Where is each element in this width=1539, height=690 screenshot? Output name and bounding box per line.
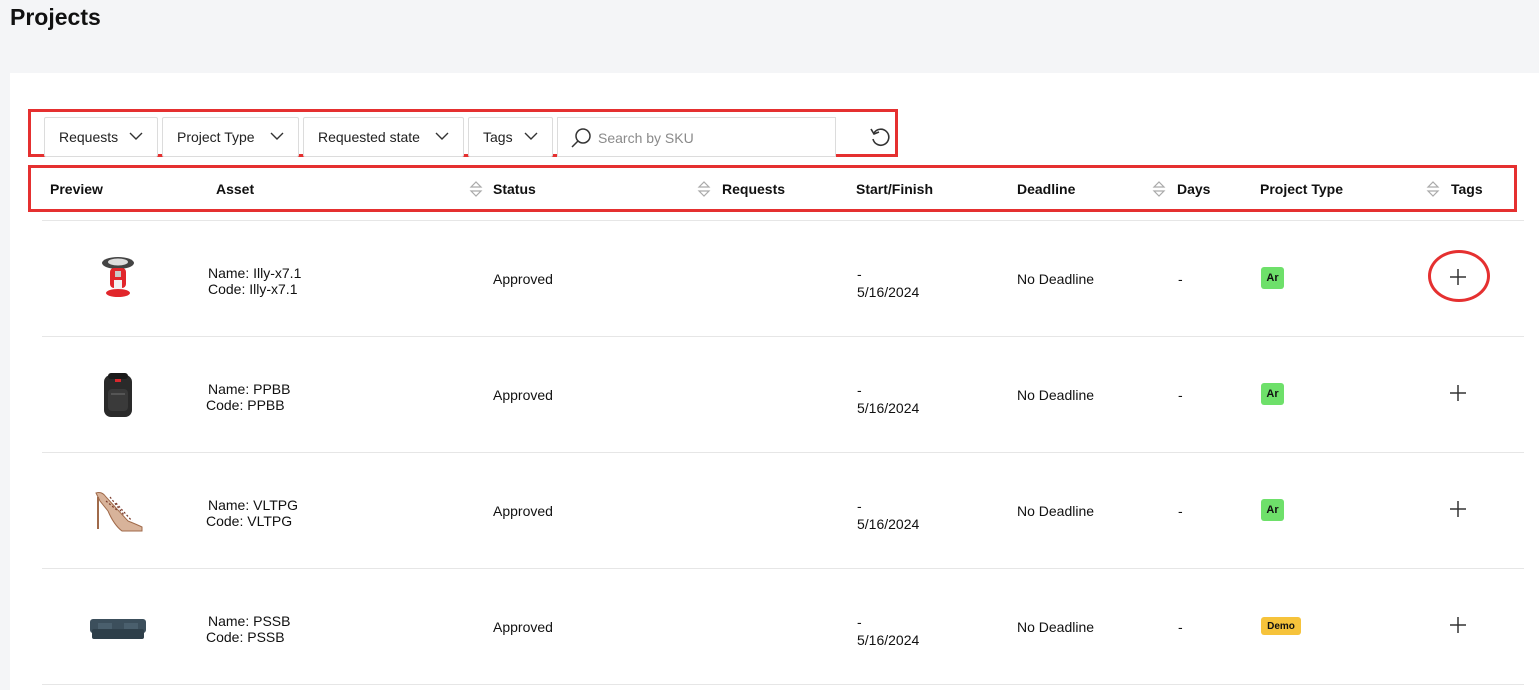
requests-filter[interactable]: Requests <box>44 117 158 157</box>
finish-date: 5/16/2024 <box>857 400 920 416</box>
days-cell: - <box>1178 619 1183 635</box>
asset-name: Name: PSSB <box>208 613 291 629</box>
column-requests: Requests <box>722 181 786 197</box>
table-row[interactable]: Name: Illy-x7.1 Code: Illy-x7.1 Approved… <box>42 220 1524 336</box>
finish-date: 5/16/2024 <box>857 516 920 532</box>
finish-date: 5/16/2024 <box>857 632 920 648</box>
add-tag-icon[interactable] <box>1448 615 1468 635</box>
project-type-filter[interactable]: Project Type <box>162 117 299 157</box>
tags-filter-label: Tags <box>483 129 513 145</box>
row-divider <box>42 684 1524 690</box>
asset-info: Name: VLTPG Code: VLTPG <box>206 497 298 529</box>
tags-filter[interactable]: Tags <box>468 117 553 157</box>
sort-icon[interactable] <box>1426 180 1440 198</box>
start-finish-cell: - 5/16/2024 <box>857 497 919 533</box>
start-date: - <box>857 266 862 282</box>
days-cell: - <box>1178 503 1183 519</box>
project-type-badge: Ar <box>1261 267 1284 289</box>
table-row[interactable]: Name: PPBB Code: PPBB Approved - 5/16/20… <box>42 336 1524 452</box>
days-cell: - <box>1178 387 1183 403</box>
chevron-down-icon <box>524 132 538 140</box>
column-start-finish: Start/Finish <box>856 181 934 197</box>
finish-date: 5/16/2024 <box>857 284 920 300</box>
table-header: Preview Asset Status Requests Start/Fini… <box>28 165 1517 212</box>
add-tag-icon[interactable] <box>1448 499 1468 519</box>
deadline-cell: No Deadline <box>1017 387 1095 403</box>
column-asset: Asset <box>216 181 255 197</box>
chevron-down-icon <box>435 132 449 140</box>
column-status: Status <box>493 181 536 197</box>
espresso-machine-icon <box>102 257 134 297</box>
column-preview: Preview <box>50 181 103 197</box>
asset-info: Name: Illy-x7.1 Code: Illy-x7.1 <box>208 265 301 297</box>
status-cell: Approved <box>493 387 553 403</box>
chevron-down-icon <box>270 132 284 140</box>
column-project-type: Project Type <box>1260 181 1343 197</box>
chevron-down-icon <box>129 132 143 140</box>
asset-code: Code: PPBB <box>206 397 285 413</box>
asset-code: Code: VLTPG <box>206 513 293 529</box>
asset-code: Code: PSSB <box>206 629 285 645</box>
column-tags: Tags <box>1451 181 1483 197</box>
asset-info: Name: PSSB Code: PSSB <box>206 613 291 645</box>
start-finish-cell: - 5/16/2024 <box>857 265 919 301</box>
filter-bar: Requests Project Type Requested state Ta… <box>28 109 898 157</box>
sort-icon[interactable] <box>469 180 483 198</box>
deadline-cell: No Deadline <box>1017 271 1095 287</box>
project-type-filter-label: Project Type <box>177 129 255 145</box>
status-cell: Approved <box>493 271 553 287</box>
column-days: Days <box>1177 181 1211 197</box>
requests-filter-label: Requests <box>59 129 119 145</box>
requested-state-filter[interactable]: Requested state <box>303 117 464 157</box>
project-type-badge: Ar <box>1261 383 1284 405</box>
sofa-icon <box>90 619 146 639</box>
asset-info: Name: PPBB Code: PPBB <box>206 381 291 413</box>
add-tag-icon[interactable] <box>1448 267 1468 287</box>
high-heel-shoe-icon <box>95 492 143 532</box>
page-title: Projects <box>10 4 101 30</box>
start-finish-cell: - 5/16/2024 <box>857 381 919 417</box>
deadline-cell: No Deadline <box>1017 619 1095 635</box>
start-finish-cell: - 5/16/2024 <box>857 613 919 649</box>
deadline-cell: No Deadline <box>1017 503 1095 519</box>
sort-icon[interactable] <box>1152 180 1166 198</box>
asset-name: Name: VLTPG <box>208 497 298 513</box>
asset-name: Name: PPBB <box>208 381 291 397</box>
project-type-badge: Ar <box>1261 499 1284 521</box>
status-cell: Approved <box>493 503 553 519</box>
asset-name: Name: Illy-x7.1 <box>208 265 302 281</box>
project-type-badge: Demo <box>1261 617 1301 635</box>
search-box <box>557 117 836 157</box>
start-date: - <box>857 382 862 398</box>
reset-icon[interactable] <box>869 126 893 148</box>
sort-icon[interactable] <box>697 180 711 198</box>
start-date: - <box>857 614 862 630</box>
days-cell: - <box>1178 271 1183 287</box>
table-row[interactable]: Name: VLTPG Code: VLTPG Approved - 5/16/… <box>42 452 1524 568</box>
projects-panel: Requests Project Type Requested state Ta… <box>10 73 1539 690</box>
start-date: - <box>857 498 862 514</box>
backpack-icon <box>104 373 132 417</box>
add-tag-icon[interactable] <box>1448 383 1468 403</box>
asset-code: Code: Illy-x7.1 <box>208 281 298 297</box>
search-input[interactable] <box>598 127 828 149</box>
search-icon <box>571 128 591 148</box>
status-cell: Approved <box>493 619 553 635</box>
column-deadline: Deadline <box>1017 181 1076 197</box>
table-row[interactable]: Name: PSSB Code: PSSB Approved - 5/16/20… <box>42 568 1524 684</box>
requested-state-filter-label: Requested state <box>318 129 420 145</box>
